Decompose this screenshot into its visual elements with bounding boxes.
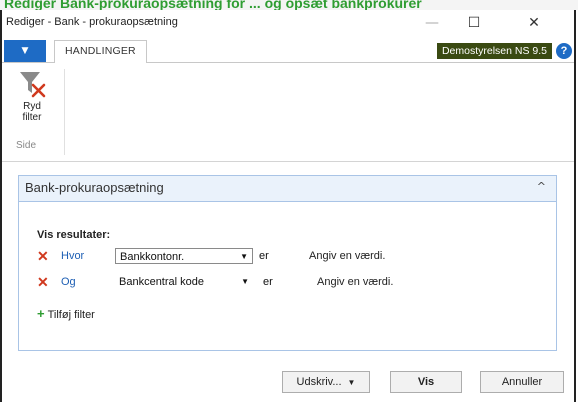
top-banner: Rediger Bank-prokuraopsætning for ... og…	[0, 0, 578, 10]
collapse-icon[interactable]: ^	[537, 180, 546, 193]
maximize-button[interactable]: ☐	[454, 12, 494, 34]
ribbon-tab-row: ▼ HANDLINGER Demostyrelsen NS 9.5 ?	[2, 40, 574, 64]
filter-value-input[interactable]: Angiv en værdi.	[309, 250, 385, 262]
fasttab-title: Bank-prokuraopsætning	[25, 180, 164, 195]
filter-keyword: Hvor	[61, 250, 85, 262]
close-button[interactable]: ✕	[514, 12, 554, 34]
window-title: Rediger - Bank - prokuraopsætning	[6, 16, 178, 28]
filter-row: ✕ Hvor Bankkontonr. ▼ er Angiv en værdi.	[37, 248, 537, 266]
ribbon-group-label: Side	[16, 140, 37, 151]
dialog-window: Rediger - Bank - prokuraopsætning — ☐ ✕ …	[0, 10, 576, 402]
filter-field-value: Bankkontonr.	[120, 251, 185, 263]
filter-field-select[interactable]: Bankkontonr. ▼	[115, 248, 253, 264]
clear-filter-label: Ryd filter	[8, 101, 56, 123]
help-icon[interactable]: ?	[556, 43, 572, 59]
vis-button[interactable]: Vis	[390, 371, 462, 393]
banner-text: Rediger Bank-prokuraopsætning for ... og…	[4, 0, 422, 10]
add-filter-label: Tilføj filter	[47, 309, 95, 321]
filter-operator: er	[263, 276, 273, 288]
chevron-down-icon: ▼	[21, 46, 29, 56]
cancel-button[interactable]: Annuller	[480, 371, 564, 393]
chevron-down-icon: ▼	[240, 252, 248, 261]
filter-value-input[interactable]: Angiv en værdi.	[317, 276, 393, 288]
print-button-label: Udskriv...	[296, 376, 342, 388]
company-badge: Demostyrelsen NS 9.5	[436, 43, 552, 59]
filter-field-select[interactable]: Bankcentral kode ▼	[115, 274, 253, 290]
chevron-down-icon: ▼	[347, 378, 356, 387]
fasttab-header[interactable]: Bank-prokuraopsætning ^	[19, 176, 556, 202]
tab-handlinger[interactable]: HANDLINGER	[54, 40, 147, 64]
ribbon: Ryd filter Side	[2, 63, 574, 162]
filter-row: ✕ Og Bankcentral kode ▼ er Angiv en værd…	[37, 274, 537, 292]
results-label: Vis resultater:	[37, 229, 111, 241]
ribbon-group-divider	[64, 69, 65, 155]
application-menu-button[interactable]: ▼	[4, 40, 46, 62]
add-filter-link[interactable]: + Tilføj filter	[37, 306, 95, 321]
filter-operator: er	[259, 250, 269, 262]
minimize-button[interactable]: —	[412, 12, 452, 34]
plus-icon: +	[37, 306, 45, 321]
clear-filter-label-line2: filter	[22, 112, 42, 123]
clear-filter-icon	[20, 72, 46, 98]
filter-fasttab: Bank-prokuraopsætning ^ Vis resultater: …	[18, 175, 557, 351]
chevron-down-icon: ▼	[241, 277, 249, 286]
remove-filter-icon[interactable]: ✕	[37, 248, 49, 264]
filter-keyword: Og	[61, 276, 76, 288]
clear-filter-button[interactable]: Ryd filter	[8, 69, 56, 123]
remove-filter-icon[interactable]: ✕	[37, 274, 49, 290]
filter-field-value: Bankcentral kode	[119, 276, 204, 288]
title-bar: Rediger - Bank - prokuraopsætning — ☐ ✕	[2, 10, 574, 38]
clear-filter-label-line1: Ryd	[23, 101, 41, 112]
print-button[interactable]: Udskriv... ▼	[282, 371, 370, 393]
